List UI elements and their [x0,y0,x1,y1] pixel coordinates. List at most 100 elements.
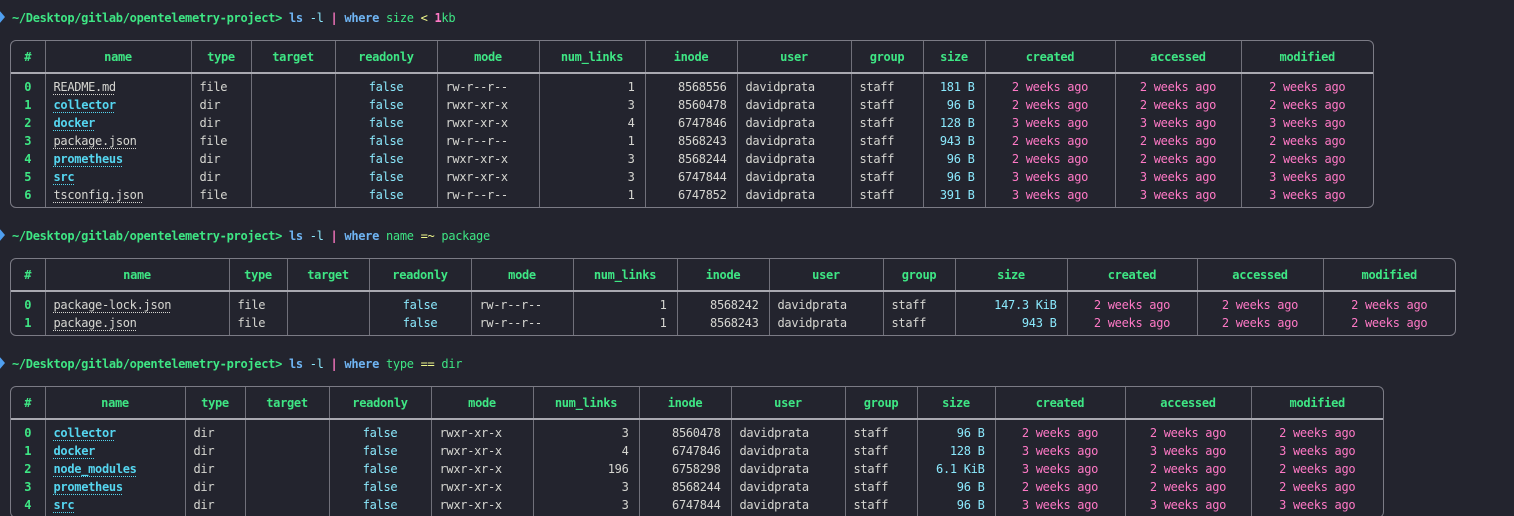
table-cell: file [229,291,287,314]
table-cell [245,496,329,516]
table-cell: dir [185,460,245,478]
table-cell: 2 weeks ago [985,132,1115,150]
table-cell: staff [845,442,917,460]
file-name-link[interactable]: collector [45,96,191,114]
table: #nametypetargetreadonlymodenum_linksinod… [11,41,1373,207]
column-header-readonly: readonly [369,259,471,291]
column-header-size: size [955,259,1067,291]
column-header-type: type [185,387,245,419]
file-name-link[interactable]: src [45,168,191,186]
column-header-type: type [191,41,251,73]
table-cell: 2 weeks ago [985,150,1115,168]
column-header-inode: inode [677,259,769,291]
table-cell: staff [851,132,923,150]
table-row: 2node_modulesdirfalserwxr-xr-x1966758298… [11,460,1383,478]
table-cell [251,132,335,150]
table-row: 1package.jsonfilefalserw-r--r--18568243d… [11,314,1455,335]
file-name-link[interactable]: docker [45,114,191,132]
column-header-name: name [45,387,185,419]
table-cell: file [229,314,287,335]
table-cell: 2 weeks ago [1323,291,1455,314]
table-row: 6tsconfig.jsonfilefalserw-r--r--16747852… [11,186,1373,207]
pipe-token: | [331,357,338,371]
table-cell: 2 weeks ago [1251,460,1383,478]
table-cell: 6747844 [639,496,731,516]
column-header-user: user [737,41,851,73]
command-token: ls [289,357,303,371]
table-cell: rwxr-xr-x [431,478,533,496]
table-cell: staff [851,150,923,168]
column-header-user: user [731,387,845,419]
command-token: kb [441,11,455,25]
table-cell: rwxr-xr-x [437,150,539,168]
table-cell: false [369,291,471,314]
table-cell [245,478,329,496]
column-header-readonly: readonly [335,41,437,73]
file-name-link[interactable]: src [45,496,185,516]
file-name-link[interactable]: node_modules [45,460,185,478]
table-cell: 8568242 [677,291,769,314]
table-row: 3package.jsonfilefalserw-r--r--18568243d… [11,132,1373,150]
table-cell: staff [851,186,923,207]
table-cell: staff [845,460,917,478]
column-header-created: created [985,41,1115,73]
command-token: ls [289,229,303,243]
file-name-link[interactable]: docker [45,442,185,460]
file-name-link[interactable]: package.json [45,132,191,150]
column-header-name: name [45,259,229,291]
column-header-size: size [917,387,995,419]
table-cell: 6747844 [645,168,737,186]
column-header-accessed: accessed [1125,387,1251,419]
table-cell: davidprata [769,314,883,335]
file-name-link[interactable]: collector [45,419,185,442]
table-cell [287,291,369,314]
prompt-path: ~/Desktop/gitlab/opentelemetry-project> [12,229,282,243]
table-cell: 3 weeks ago [1115,186,1241,207]
table-cell [245,442,329,460]
table-cell: dir [191,96,251,114]
file-name-link[interactable]: package.json [45,314,229,335]
table-cell: 3 weeks ago [1115,168,1241,186]
prompt-arrow-icon [0,356,5,370]
file-name-link[interactable]: README.md [45,73,191,96]
terminal[interactable]: ~/Desktop/gitlab/opentelemetry-project> … [0,0,1514,516]
operator-token: < [421,11,428,25]
table-cell: 1 [539,186,645,207]
table-cell: 2 weeks ago [1125,419,1251,442]
table-cell: dir [185,478,245,496]
file-name-link[interactable]: prometheus [45,150,191,168]
table-cell: 2 weeks ago [1125,460,1251,478]
table-cell: 3 weeks ago [985,114,1115,132]
table-cell: 4 [533,442,639,460]
file-name-link[interactable]: package-lock.json [45,291,229,314]
table-cell: 96 B [923,96,985,114]
table-cell: 3 weeks ago [1241,168,1373,186]
table-row: 0package-lock.jsonfilefalserw-r--r--1856… [11,291,1455,314]
prompt-line: ~/Desktop/gitlab/opentelemetry-project> … [0,9,1514,27]
table-cell: 6.1 KiB [917,460,995,478]
table-cell: false [335,132,437,150]
table-cell: 2 weeks ago [1241,96,1373,114]
table-cell: 2 weeks ago [1251,419,1383,442]
command-token: where [344,229,379,243]
table-cell [251,96,335,114]
table-cell: 2 weeks ago [1241,73,1373,96]
command-token: -l [310,229,324,243]
table-cell: staff [851,114,923,132]
command-token: package [441,229,489,243]
table-cell: dir [185,419,245,442]
operator-token: == [421,357,435,371]
file-name-link[interactable]: tsconfig.json [45,186,191,207]
file-name-link[interactable]: prometheus [45,478,185,496]
table-cell: rwxr-xr-x [437,96,539,114]
table-cell: 2 weeks ago [1197,314,1323,335]
table-cell: 2 weeks ago [1115,132,1241,150]
table-cell: 3 weeks ago [1251,496,1383,516]
table-cell: davidprata [731,419,845,442]
table-cell: davidprata [737,132,851,150]
table-cell: davidprata [769,291,883,314]
table-cell [245,460,329,478]
table-cell: 2 [11,460,45,478]
table-cell: 3 weeks ago [1241,114,1373,132]
column-header-type: type [229,259,287,291]
